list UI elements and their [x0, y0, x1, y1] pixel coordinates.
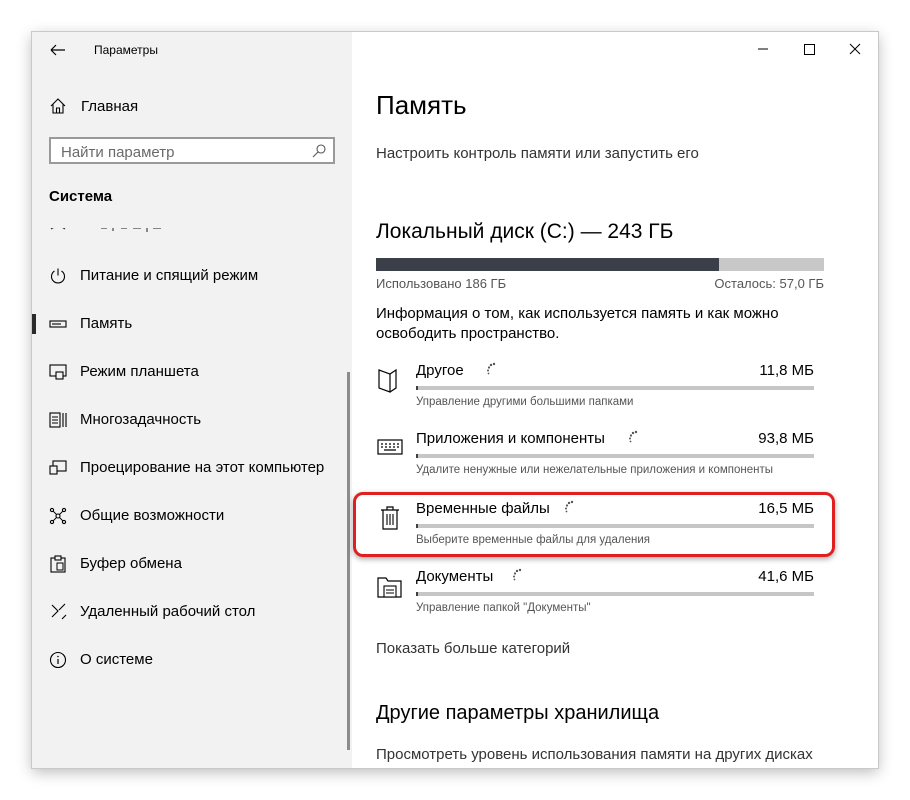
- main-content: Память Настроить контроль памяти или зап…: [352, 32, 878, 768]
- view-other-drives-link[interactable]: Просмотреть уровень использования памяти…: [376, 746, 813, 763]
- info-text: Информация о том, как используется памят…: [376, 305, 779, 342]
- sidebar-item-label: Проецирование на этот компьютер: [80, 459, 325, 476]
- category-description: Удалите ненужные или нежелательные прило…: [416, 464, 774, 476]
- sidebar-item-label: Память: [80, 315, 133, 332]
- clipboard-icon: [50, 555, 66, 573]
- home-label: Главная: [81, 97, 139, 115]
- highlight-frame: [353, 492, 835, 557]
- sidebar-item-power[interactable]: Питание и спящий режим: [32, 252, 352, 300]
- selection-indicator: [32, 314, 36, 334]
- category-apps[interactable]: Приложения и компоненты 93,8 МБ Удалите …: [376, 430, 816, 492]
- storage-sense-link[interactable]: Настроить контроль памяти или запустить …: [376, 145, 699, 162]
- projecting-icon: [49, 460, 67, 475]
- window-controls: [740, 32, 878, 66]
- maximize-icon: [804, 44, 815, 55]
- app-title: Параметры: [94, 43, 158, 57]
- remote-desktop-icon: [51, 603, 67, 620]
- other-folder-icon: [378, 368, 397, 393]
- sidebar-item-about[interactable]: О системе: [32, 636, 352, 684]
- category-name: Документы: [416, 568, 494, 585]
- category-size: 11,8 МБ: [759, 362, 814, 379]
- disk-title: Локальный диск (C:) — 243 ГБ: [376, 220, 674, 243]
- other-storage-settings-title: Другие параметры хранилища: [376, 702, 660, 724]
- category-bar: [416, 592, 814, 596]
- sidebar-item-label: Режим планшета: [80, 363, 199, 380]
- multitasking-icon: [49, 412, 67, 428]
- home-nav-item[interactable]: Главная: [49, 94, 138, 118]
- search-input[interactable]: [59, 141, 303, 163]
- back-button[interactable]: [44, 38, 72, 62]
- category-documents[interactable]: Документы 41,6 МБ Управление папкой "Док…: [376, 568, 816, 630]
- sidebar-item-remote-desktop[interactable]: Удаленный рабочий стол: [32, 588, 352, 636]
- category-size: 41,6 МБ: [758, 568, 814, 585]
- loading-spinner-icon: [513, 568, 522, 581]
- loading-spinner-icon: [629, 430, 638, 443]
- disk-used-text: Использовано 186 ГБ: [376, 276, 507, 291]
- show-more-categories-link[interactable]: Показать больше категорий: [376, 640, 570, 657]
- category-description: Управление другими большими папками: [416, 396, 634, 408]
- clipped-nav-item: [49, 225, 169, 235]
- minimize-icon: [758, 48, 768, 50]
- category-bar: [416, 386, 814, 390]
- storage-icon: [49, 320, 67, 328]
- category-bar-fill: [416, 592, 418, 596]
- sidebar-scrollbar[interactable]: [347, 372, 350, 750]
- category-other[interactable]: Другое 11,8 МБ Управление другими больши…: [376, 362, 816, 424]
- settings-window: Параметры Главная Система: [32, 32, 878, 768]
- documents-icon: [377, 577, 402, 598]
- sidebar-item-label: О системе: [80, 651, 153, 668]
- shared-experiences-icon: [49, 507, 67, 525]
- loading-spinner-icon: [487, 362, 496, 375]
- sidebar-item-label: Питание и спящий режим: [80, 267, 259, 284]
- sidebar-item-storage[interactable]: Память: [32, 300, 352, 348]
- category-size: 93,8 МБ: [758, 430, 814, 447]
- back-arrow-icon: [50, 44, 65, 56]
- minimize-button[interactable]: [740, 32, 786, 66]
- sidebar-item-tablet-mode[interactable]: Режим планшета: [32, 348, 352, 396]
- disk-free-text: Осталось: 57,0 ГБ: [714, 276, 824, 291]
- disk-usage-fill: [376, 258, 719, 271]
- category-name: Другое: [416, 362, 464, 379]
- sidebar: Параметры Главная Система: [32, 32, 352, 768]
- category-description: Управление папкой "Документы": [416, 602, 591, 614]
- page-title: Память: [376, 90, 467, 120]
- disk-usage-bar: [376, 258, 824, 271]
- sidebar-item-label: Многозадачность: [80, 411, 202, 428]
- sidebar-item-projecting[interactable]: Проецирование на этот компьютер: [32, 444, 352, 492]
- category-bar: [416, 454, 814, 458]
- power-icon: [50, 268, 66, 284]
- nav-list: Питание и спящий режим Память Режим план…: [32, 252, 352, 684]
- category-bar-fill: [416, 454, 418, 458]
- about-icon: [49, 651, 67, 669]
- sidebar-item-label: Удаленный рабочий стол: [80, 603, 256, 620]
- sidebar-item-shared-experiences[interactable]: Общие возможности: [32, 492, 352, 540]
- category-name: Приложения и компоненты: [416, 430, 605, 447]
- close-button[interactable]: [832, 32, 878, 66]
- sidebar-item-clipboard[interactable]: Буфер обмена: [32, 540, 352, 588]
- sidebar-item-label: Буфер обмена: [80, 555, 182, 572]
- home-icon: [50, 98, 66, 114]
- maximize-button[interactable]: [786, 32, 832, 66]
- sidebar-item-label: Общие возможности: [80, 507, 225, 524]
- sidebar-item-multitasking[interactable]: Многозадачность: [32, 396, 352, 444]
- title-bar: Параметры: [32, 32, 352, 66]
- category-bar-fill: [416, 386, 418, 390]
- close-icon: [849, 43, 861, 55]
- section-header: Система: [49, 188, 113, 205]
- tablet-mode-icon: [49, 364, 67, 380]
- search-box[interactable]: [49, 137, 335, 164]
- search-icon[interactable]: [311, 143, 327, 159]
- apps-keyboard-icon: [377, 439, 403, 455]
